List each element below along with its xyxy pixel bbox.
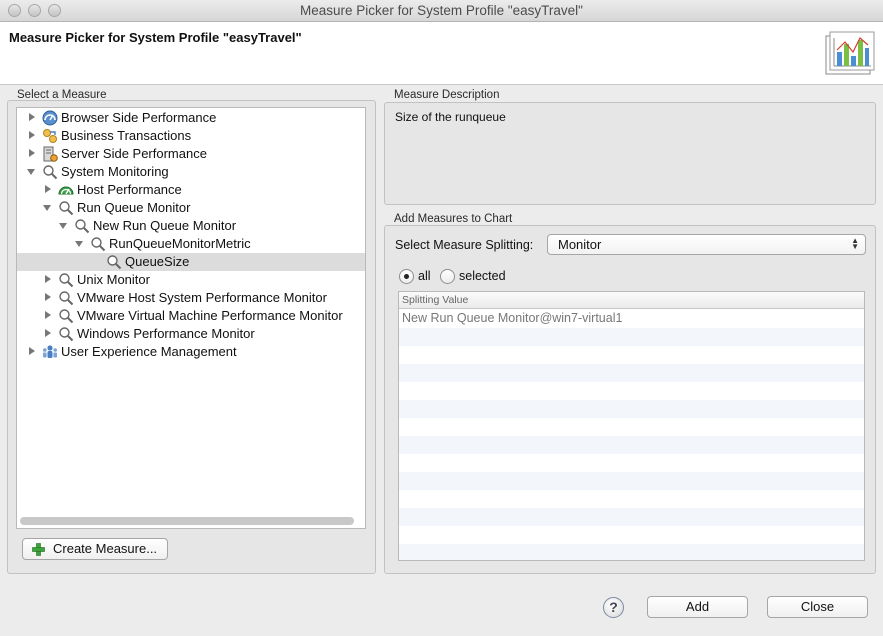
expand-icon[interactable] xyxy=(45,185,51,193)
select-arrows-icon: ▲ ▼ xyxy=(851,236,859,251)
tree-item-server-side-performance[interactable]: Server Side Performance xyxy=(17,145,365,163)
dialog-title: Measure Picker for System Profile "easyT… xyxy=(9,30,302,45)
table-row-empty xyxy=(399,490,864,508)
tree-item-label: RunQueueMonitorMetric xyxy=(109,236,251,251)
users-icon xyxy=(43,345,57,358)
expand-icon[interactable] xyxy=(45,293,51,301)
window-titlebar: Measure Picker for System Profile "easyT… xyxy=(0,0,883,22)
tree-item-host-performance[interactable]: Host Performance xyxy=(17,181,365,199)
tree-item-queuesize[interactable]: QueueSize xyxy=(17,253,365,271)
table-row-empty xyxy=(399,328,864,346)
measure-tree[interactable]: Browser Side Performance Business Transa… xyxy=(16,107,366,529)
measure-splitting-value: Monitor xyxy=(558,237,602,252)
expand-icon[interactable] xyxy=(45,329,51,337)
expand-icon[interactable] xyxy=(45,275,51,283)
table-cell: New Run Queue Monitor@win7-virtual1 xyxy=(402,311,623,325)
help-icon[interactable]: ? xyxy=(603,597,624,618)
tree-item-label: Business Transactions xyxy=(61,128,192,143)
plus-icon xyxy=(32,543,45,556)
server-icon xyxy=(43,146,58,162)
magnifier-icon xyxy=(75,219,90,234)
tree-item-label: Run Queue Monitor xyxy=(77,200,191,215)
table-row-empty xyxy=(399,364,864,382)
expand-icon[interactable] xyxy=(29,149,35,157)
tree-item-business-transactions[interactable]: Business Transactions xyxy=(17,127,365,145)
splitting-value-table[interactable]: Splitting Value New Run Queue Monitor@wi… xyxy=(398,291,865,561)
measure-description-label: Measure Description xyxy=(394,89,500,101)
table-header[interactable]: Splitting Value xyxy=(399,292,864,309)
tree-item-browser-side-performance[interactable]: Browser Side Performance xyxy=(17,109,365,127)
close-button[interactable]: Close xyxy=(767,596,868,618)
tree-item-run-queue-monitor[interactable]: Run Queue Monitor xyxy=(17,199,365,217)
magnifier-icon xyxy=(59,273,74,288)
tree-item-label: Server Side Performance xyxy=(61,146,207,161)
magnifier-icon xyxy=(59,291,74,306)
add-measures-label: Add Measures to Chart xyxy=(394,213,513,225)
gauge-icon xyxy=(58,186,74,195)
magnifier-icon xyxy=(107,255,122,270)
radio-all-label: all xyxy=(418,269,431,283)
tree-item-label: Host Performance xyxy=(77,182,182,197)
tree-item-windows-performance-monitor[interactable]: Windows Performance Monitor xyxy=(17,325,365,343)
table-row[interactable]: New Run Queue Monitor@win7-virtual1 xyxy=(399,310,864,328)
radio-selected[interactable] xyxy=(440,269,455,284)
table-row-empty xyxy=(399,472,864,490)
tree-item-new-run-queue-monitor[interactable]: New Run Queue Monitor xyxy=(17,217,365,235)
table-row-empty xyxy=(399,544,864,560)
expand-icon[interactable] xyxy=(29,347,35,355)
tree-item-label: Browser Side Performance xyxy=(61,110,217,125)
tree-horizontal-scrollbar[interactable] xyxy=(20,517,354,525)
radio-selected-label: selected xyxy=(459,269,506,283)
tree-item-unix-monitor[interactable]: Unix Monitor xyxy=(17,271,365,289)
dialog-header: Measure Picker for System Profile "easyT… xyxy=(0,22,883,85)
radio-all[interactable] xyxy=(399,269,414,284)
measure-splitting-select[interactable]: Monitor ▲ ▼ xyxy=(547,234,866,255)
tree-item-label: VMware Host System Performance Monitor xyxy=(77,290,327,305)
tree-item-label: User Experience Management xyxy=(61,344,237,359)
create-measure-label: Create Measure... xyxy=(53,541,158,556)
collapse-icon[interactable] xyxy=(43,205,51,211)
expand-icon[interactable] xyxy=(45,311,51,319)
table-row-empty xyxy=(399,382,864,400)
transactions-icon xyxy=(43,129,57,143)
magnifier-icon xyxy=(91,237,106,252)
collapse-icon[interactable] xyxy=(27,169,35,175)
table-row-empty xyxy=(399,436,864,454)
chart-icon xyxy=(825,31,875,75)
add-button[interactable]: Add xyxy=(647,596,748,618)
measure-description-text: Size of the runqueue xyxy=(395,110,506,124)
expand-icon[interactable] xyxy=(29,113,35,121)
tree-item-runqueuemonitormetric[interactable]: RunQueueMonitorMetric xyxy=(17,235,365,253)
table-row-empty xyxy=(399,418,864,436)
table-row-empty xyxy=(399,526,864,544)
tree-item-label: Unix Monitor xyxy=(77,272,150,287)
window-title: Measure Picker for System Profile "easyT… xyxy=(300,3,583,18)
tree-item-label: QueueSize xyxy=(125,254,190,269)
magnifier-icon xyxy=(59,327,74,342)
tree-item-system-monitoring[interactable]: System Monitoring xyxy=(17,163,365,181)
collapse-icon[interactable] xyxy=(59,223,67,229)
table-row-empty xyxy=(399,454,864,472)
splitting-label: Select Measure Splitting: xyxy=(395,238,534,252)
tree-item-vmware-host-system-performance-monitor[interactable]: VMware Host System Performance Monitor xyxy=(17,289,365,307)
tree-item-label: Windows Performance Monitor xyxy=(77,326,255,341)
tree-item-user-experience-management[interactable]: User Experience Management xyxy=(17,343,365,361)
magnifier-icon xyxy=(43,165,58,180)
tree-item-label: New Run Queue Monitor xyxy=(93,218,237,233)
table-row-empty xyxy=(399,400,864,418)
create-measure-button[interactable]: Create Measure... xyxy=(22,538,168,560)
tree-item-label: VMware Virtual Machine Performance Monit… xyxy=(77,308,343,323)
column-header-splitting-value: Splitting Value xyxy=(402,294,469,306)
tree-item-vmware-virtual-machine-performance-monitor[interactable]: VMware Virtual Machine Performance Monit… xyxy=(17,307,365,325)
table-row-empty xyxy=(399,508,864,526)
magnifier-icon xyxy=(59,201,74,216)
expand-icon[interactable] xyxy=(29,131,35,139)
collapse-icon[interactable] xyxy=(75,241,83,247)
tree-item-label: System Monitoring xyxy=(61,164,169,179)
table-row-empty xyxy=(399,346,864,364)
gauge-icon xyxy=(42,110,58,126)
magnifier-icon xyxy=(59,309,74,324)
